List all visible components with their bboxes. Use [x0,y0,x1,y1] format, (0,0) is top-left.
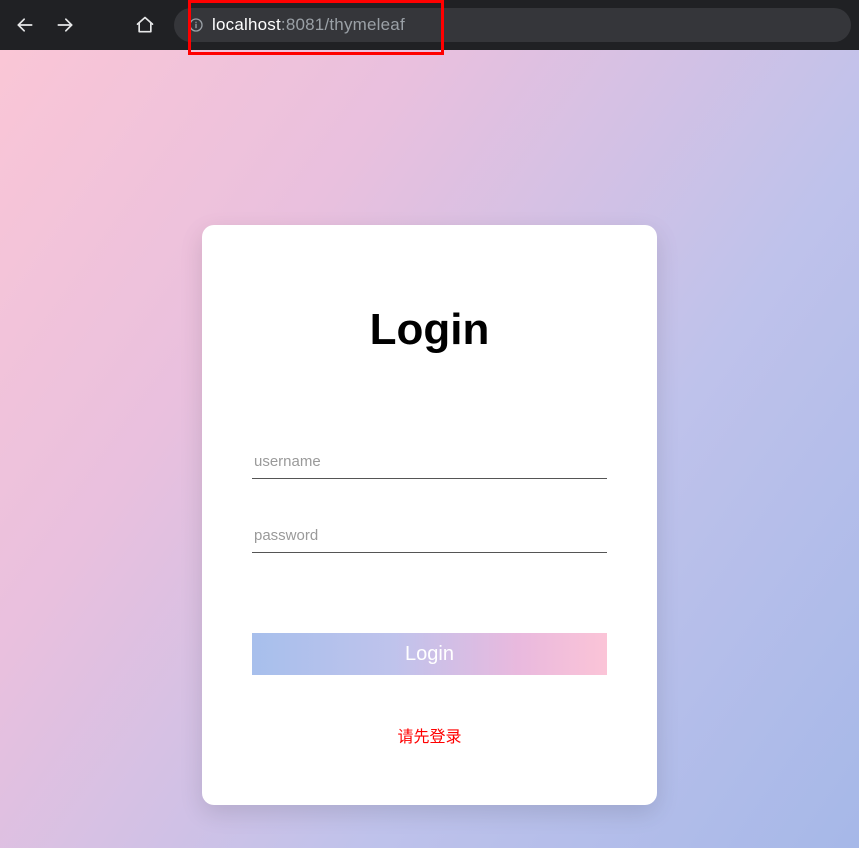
site-info-icon[interactable] [188,17,204,33]
login-button[interactable]: Login [252,633,607,675]
password-input[interactable] [252,519,607,553]
url-port: :8081 [281,15,325,34]
url-path: /thymeleaf [324,15,404,34]
url-text: localhost:8081/thymeleaf [212,15,405,35]
home-button[interactable] [128,8,162,42]
username-input[interactable] [252,445,607,479]
login-card: Login Login 请先登录 [202,225,657,805]
reload-button[interactable] [88,8,122,42]
address-bar[interactable]: localhost:8081/thymeleaf [174,8,851,42]
forward-button[interactable] [48,8,82,42]
url-host: localhost [212,15,281,34]
browser-toolbar: .nav-icon:nth-child(3) svg:first-child{d… [0,0,859,50]
login-title: Login [252,305,607,355]
login-message: 请先登录 [252,723,607,747]
page-viewport: Login Login 请先登录 [0,50,859,848]
back-button[interactable] [8,8,42,42]
